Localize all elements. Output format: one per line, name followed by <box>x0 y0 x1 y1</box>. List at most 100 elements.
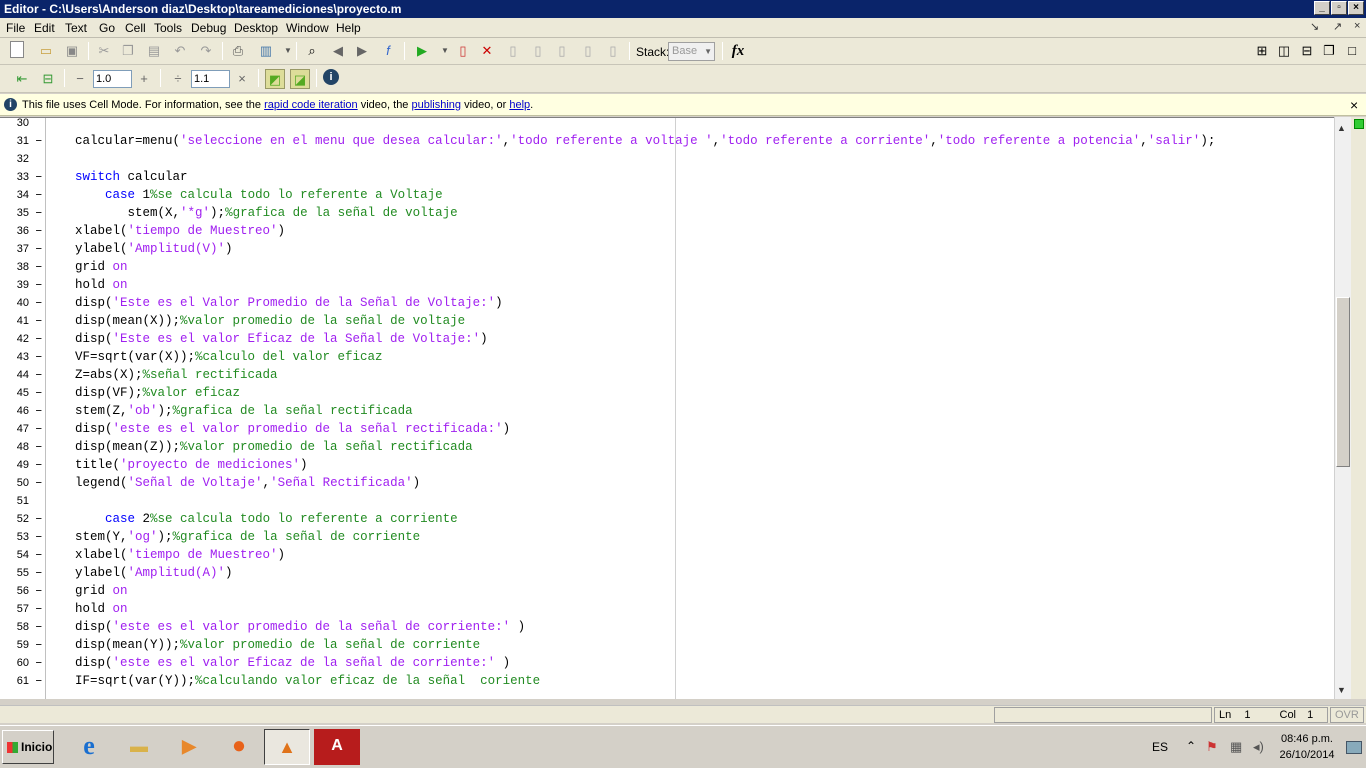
cut-icon[interactable]: ✂ <box>94 41 114 61</box>
file-explorer-icon[interactable]: ▬ <box>116 729 162 765</box>
breakpoint-marker[interactable]: – <box>35 510 43 528</box>
breakpoint-marker[interactable]: – <box>35 366 43 384</box>
code-line[interactable]: 37– ylabel('Amplitud(V)') <box>0 240 1334 258</box>
breakpoint-marker[interactable]: – <box>35 474 43 492</box>
code-line[interactable]: 30 <box>0 118 1334 132</box>
info-icon[interactable]: i <box>323 69 339 85</box>
breakpoint-marker[interactable]: – <box>35 294 43 312</box>
menu-text[interactable]: Text <box>65 21 87 35</box>
scroll-down-icon[interactable]: ▼ <box>1337 685 1346 695</box>
scrollbar-thumb[interactable] <box>1336 297 1350 467</box>
increment-icon[interactable]: + <box>134 69 154 89</box>
menu-cell[interactable]: Cell <box>125 21 146 35</box>
breakpoint-marker[interactable]: – <box>35 132 43 150</box>
maximize-pane-icon[interactable]: □ <box>1342 41 1362 61</box>
breakpoint-marker[interactable]: – <box>35 384 43 402</box>
code-line[interactable]: 33– switch calcular <box>0 168 1334 186</box>
code-line[interactable]: 31– calcular=menu('seleccione en el menu … <box>0 132 1334 150</box>
undo-icon[interactable]: ↶ <box>170 41 190 61</box>
undock-icon[interactable]: ↘ <box>1310 20 1319 33</box>
minimize-button[interactable]: _ <box>1314 1 1330 15</box>
step-icon[interactable]: ▯ <box>503 41 523 61</box>
menu-edit[interactable]: Edit <box>34 21 55 35</box>
breakpoint-marker[interactable]: – <box>35 564 43 582</box>
menu-go[interactable]: Go <box>99 21 115 35</box>
code-line[interactable]: 42– disp('Este es el valor Eficaz de la S… <box>0 330 1334 348</box>
split-vertical-icon[interactable]: ◫ <box>1274 41 1294 61</box>
breakpoint-marker[interactable]: – <box>35 456 43 474</box>
divide-icon[interactable]: ÷ <box>168 69 188 89</box>
code-line[interactable]: 38– grid on <box>0 258 1334 276</box>
breakpoint-marker[interactable]: – <box>35 222 43 240</box>
internet-explorer-icon[interactable]: e <box>66 729 112 765</box>
code-line[interactable]: 44– Z=abs(X);%señal rectificada <box>0 366 1334 384</box>
language-indicator[interactable]: ES <box>1152 740 1168 754</box>
scroll-up-icon[interactable]: ▲ <box>1337 123 1346 133</box>
close-infobar-icon[interactable]: × <box>1350 94 1358 116</box>
code-line[interactable]: 36– xlabel('tiempo de Muestreo') <box>0 222 1334 240</box>
code-line[interactable]: 39– hold on <box>0 276 1334 294</box>
cell-evaluate-advance-icon[interactable]: ◩ <box>265 69 285 89</box>
menu-desktop[interactable]: Desktop <box>234 21 278 35</box>
maximize-button[interactable]: ▫ <box>1331 1 1347 15</box>
matlab-icon[interactable]: ▲ <box>264 729 310 765</box>
insert-cell-divider-icon[interactable]: ⇤ <box>12 69 32 89</box>
run-icon[interactable]: ▶ <box>412 41 432 61</box>
float-window-icon[interactable]: ❐ <box>1319 41 1339 61</box>
menu-window[interactable]: Window <box>286 21 329 35</box>
publish-dropdown-icon[interactable]: ▼ <box>278 41 298 61</box>
breakpoint-marker[interactable]: – <box>35 438 43 456</box>
breakpoint-marker[interactable]: – <box>35 582 43 600</box>
breakpoint-marker[interactable]: – <box>35 168 43 186</box>
close-button[interactable]: × <box>1348 1 1364 15</box>
menu-file[interactable]: File <box>6 21 25 35</box>
breakpoint-marker[interactable]: – <box>35 402 43 420</box>
network-icon[interactable]: ▦ <box>1230 739 1242 755</box>
increment-value-input[interactable] <box>93 70 132 88</box>
breakpoint-marker[interactable]: – <box>35 672 43 690</box>
breakpoint-marker[interactable]: – <box>35 330 43 348</box>
action-center-icon[interactable]: ⚑ <box>1206 739 1218 755</box>
cell-advance-icon[interactable]: ◪ <box>290 69 310 89</box>
clock-time[interactable]: 08:46 p.m. <box>1276 733 1338 745</box>
code-line[interactable]: 35– stem(X,'*g');%grafica de la señal de… <box>0 204 1334 222</box>
fx-icon[interactable]: fx <box>728 41 748 61</box>
stack-select[interactable]: Base ▼ <box>668 42 715 61</box>
breakpoint-marker[interactable]: – <box>35 312 43 330</box>
save-icon[interactable]: ▣ <box>62 41 82 61</box>
breakpoint-marker[interactable]: – <box>35 186 43 204</box>
adobe-reader-icon[interactable]: A <box>314 729 360 765</box>
code-line[interactable]: 53– stem(Y,'og');%grafica de la señal de … <box>0 528 1334 546</box>
code-editor[interactable]: 30 31– calcular=menu('seleccione en el men… <box>0 117 1334 699</box>
breakpoint-marker[interactable]: – <box>35 258 43 276</box>
clear-breakpoints-icon[interactable]: ✕ <box>477 41 497 61</box>
code-line[interactable]: 59– disp(mean(Y));%valor promedio de la s… <box>0 636 1334 654</box>
breakpoint-marker[interactable]: – <box>35 600 43 618</box>
print-icon[interactable]: ⎙ <box>228 41 248 61</box>
code-line[interactable]: 58– disp('este es el valor promedio de la… <box>0 618 1334 636</box>
menu-debug[interactable]: Debug <box>191 21 226 35</box>
function-browser-icon[interactable]: f <box>378 41 398 61</box>
decrement-icon[interactable]: − <box>70 69 90 89</box>
menu-tools[interactable]: Tools <box>154 21 182 35</box>
rapid-code-iteration-link[interactable]: rapid code iteration <box>264 99 358 111</box>
vertical-scrollbar[interactable]: ▲ ▼ <box>1334 117 1351 699</box>
code-line[interactable]: 46– stem(Z,'ob');%grafica de la señal rec… <box>0 402 1334 420</box>
code-line[interactable]: 43– VF=sqrt(var(X));%calculo del valor ef… <box>0 348 1334 366</box>
code-line[interactable]: 52– case 2%se calcula todo lo referente … <box>0 510 1334 528</box>
find-binoculars-icon[interactable]: ⌕ <box>302 41 322 61</box>
breakpoint-marker[interactable]: – <box>35 240 43 258</box>
code-line[interactable]: 40– disp('Este es el Valor Promedio de la… <box>0 294 1334 312</box>
breakpoint-marker[interactable]: – <box>35 276 43 294</box>
code-line[interactable]: 47– disp('este es el valor promedio de la… <box>0 420 1334 438</box>
start-button[interactable]: Inicio <box>2 730 54 764</box>
forward-arrow-icon[interactable]: ▶ <box>352 41 372 61</box>
code-line[interactable]: 55– ylabel('Amplitud(A)') <box>0 564 1334 582</box>
menu-help[interactable]: Help <box>336 21 361 35</box>
set-breakpoint-icon[interactable]: ▯ <box>453 41 473 61</box>
breakpoint-marker[interactable]: – <box>35 420 43 438</box>
code-line[interactable]: 34– case 1%se calcula todo lo referente … <box>0 186 1334 204</box>
show-desktop-icon[interactable] <box>1346 741 1362 754</box>
redo-icon[interactable]: ↷ <box>196 41 216 61</box>
evaluate-cell-icon[interactable]: ⊟ <box>38 69 58 89</box>
